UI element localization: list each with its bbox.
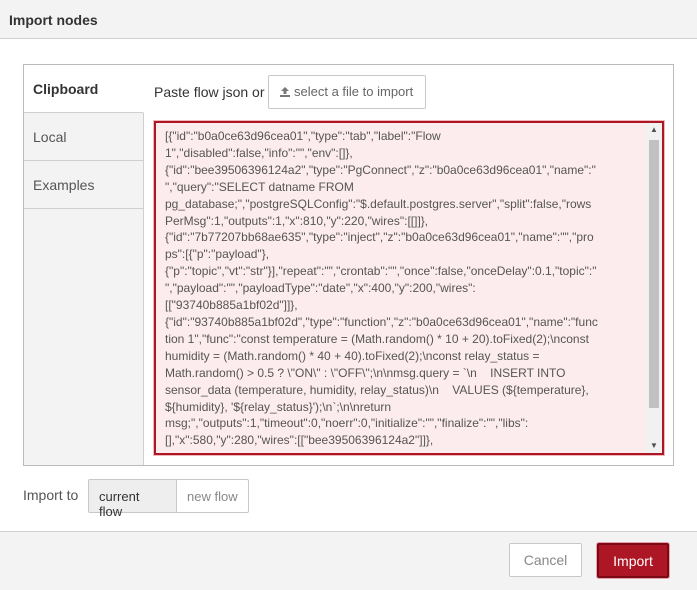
- json-line: pg_database;","postgreSQLConfig":"$.defa…: [165, 196, 592, 211]
- json-line: [{"id":"b0a0ce63d96cea01","type":"tab","…: [165, 129, 441, 143]
- import-to-label: Import to: [23, 487, 79, 503]
- json-line: {"p":"topic","vt":"str"}],"repeat":"","c…: [165, 264, 597, 279]
- json-line: {"id":"bee39506396124a2","type":"PgConne…: [165, 162, 596, 177]
- json-line: humidity = (Math.random() * 40 + 40).toF…: [165, 348, 540, 363]
- json-line: ","query":"SELECT datname FROM: [165, 179, 354, 194]
- flow-json-content: [{"id":"b0a0ce63d96cea01","type":"tab","…: [165, 128, 645, 449]
- json-line: tion 1","func":"const temperature = (Mat…: [165, 331, 589, 346]
- cancel-button[interactable]: Cancel: [509, 543, 582, 577]
- json-line: {"id":"93740b885a1bf02d","type":"functio…: [165, 314, 598, 329]
- current-flow-button[interactable]: current flow: [88, 479, 177, 519]
- json-line: 1","disabled":false,"info":"","env":[]},: [165, 145, 353, 160]
- json-line: {"id":"7b77207bb68ae635","type":"inject"…: [165, 230, 594, 245]
- tab-examples[interactable]: Examples: [24, 161, 143, 209]
- scroll-up-arrow-icon[interactable]: ▲: [646, 123, 662, 137]
- dialog-footer: [0, 532, 697, 590]
- json-line: [],"x":580,"y":280,"wires":[["bee3950639…: [165, 433, 434, 448]
- upload-icon: [280, 87, 290, 97]
- flow-json-textarea[interactable]: [{"id":"b0a0ce63d96cea01","type":"tab","…: [154, 121, 664, 455]
- json-line: ${humidity}, '${relay_status}');\n`;\n\n…: [165, 399, 392, 414]
- textarea-scrollbar[interactable]: ▲ ▼: [646, 123, 662, 453]
- json-line: ","payload":"","payloadType":"date","x":…: [165, 281, 476, 296]
- tab-local[interactable]: Local: [24, 113, 143, 161]
- new-flow-button[interactable]: new flow: [177, 479, 249, 513]
- import-target-toggle: current flow new flow: [88, 479, 249, 519]
- dialog-title: Import nodes: [0, 0, 697, 39]
- select-file-button[interactable]: select a file to import: [268, 75, 426, 109]
- json-line: PerMsg":1,"outputs":1,"x":810,"y":220,"w…: [165, 213, 429, 228]
- select-file-label: select a file to import: [294, 84, 414, 99]
- json-line: [["93740b885a1bf02d"]]},: [165, 298, 298, 313]
- import-source-tabs: Clipboard Local Examples: [24, 65, 144, 465]
- scroll-down-arrow-icon[interactable]: ▼: [646, 439, 662, 453]
- import-tabs-panel: Clipboard Local Examples Paste flow json…: [23, 64, 674, 466]
- json-line: ps":[{"p":"payload"},: [165, 247, 270, 262]
- json-line: Math.random() > 0.5 ? \"ON\" : \"OFF\";\…: [165, 365, 566, 380]
- tab-clipboard[interactable]: Clipboard: [24, 65, 144, 113]
- paste-flow-label: Paste flow json or: [154, 84, 265, 100]
- json-line: msg;","outputs":1,"timeout":0,"noerr":0,…: [165, 416, 529, 431]
- import-button[interactable]: Import: [597, 543, 669, 578]
- scrollbar-thumb[interactable]: [649, 140, 659, 408]
- json-line: sensor_data (temperature, humidity, rela…: [165, 382, 589, 397]
